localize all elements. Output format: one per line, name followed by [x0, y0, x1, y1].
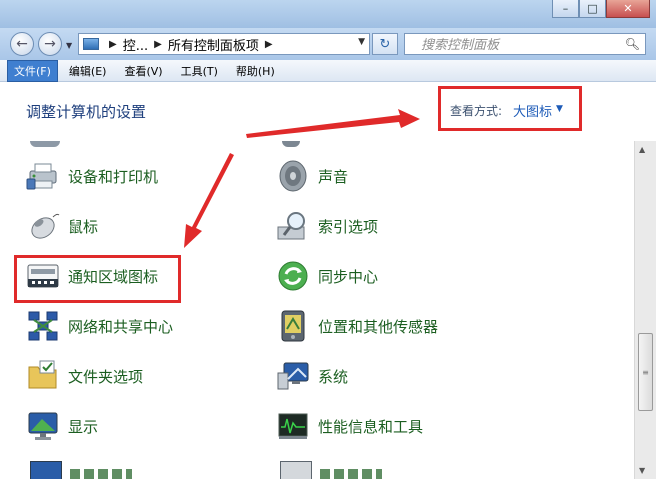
control-panel-items: 设备和打印机 鼠标 通知区域图标 网络和共享中心 文件夹选项 显示 声音 索引选… — [0, 141, 634, 479]
search-input[interactable] — [419, 35, 623, 55]
breadcrumb-separator-icon[interactable]: ▶ — [154, 39, 162, 50]
content-header: 调整计算机的设置 查看方式: 大图标 ▼ — [0, 83, 656, 141]
refresh-button[interactable]: ↻ — [372, 33, 398, 55]
folder-options-icon — [26, 359, 60, 393]
scroll-up-icon[interactable]: ▲ — [639, 145, 645, 154]
performance-icon — [276, 409, 310, 443]
item-location-sensors[interactable]: 位置和其他传感器 — [276, 307, 438, 345]
forward-arrow-icon: → — [44, 36, 56, 52]
back-arrow-icon: ← — [16, 36, 28, 52]
item-performance-info[interactable]: 性能信息和工具 — [276, 407, 423, 445]
item-sync-center[interactable]: 同步中心 — [276, 257, 378, 295]
menu-view[interactable]: 查看(V) — [118, 61, 168, 81]
maximize-button[interactable]: □ — [579, 0, 606, 18]
cutoff-item-icon — [280, 461, 312, 479]
item-indexing-options[interactable]: 索引选项 — [276, 207, 378, 245]
address-dropdown-icon[interactable]: ▼ — [358, 37, 365, 47]
item-label: 文件夹选项 — [68, 367, 144, 386]
item-devices-printers[interactable]: 设备和打印机 — [26, 157, 158, 195]
network-icon — [26, 309, 60, 343]
item-mouse[interactable]: 鼠标 — [26, 207, 98, 245]
notification-area-icon — [26, 259, 60, 293]
item-label: 性能信息和工具 — [318, 417, 424, 436]
breadcrumb-item[interactable]: 控... — [123, 35, 148, 54]
system-icon — [276, 359, 310, 393]
printer-icon — [26, 159, 60, 193]
breadcrumb-separator-icon[interactable]: ▶ — [109, 39, 117, 50]
view-by-dropdown[interactable]: 大图标 — [513, 101, 552, 120]
search-box[interactable]: 🔍︎ — [404, 33, 646, 55]
item-label: 位置和其他传感器 — [318, 317, 439, 336]
title-bar: – □ ✕ — [0, 0, 656, 28]
item-notification-area-icons[interactable]: 通知区域图标 — [26, 257, 158, 295]
close-button[interactable]: ✕ — [606, 0, 650, 18]
item-system[interactable]: 系统 — [276, 357, 348, 395]
address-bar[interactable]: ▶ 控... ▶ 所有控制面板项 ▶ ▼ — [78, 33, 370, 55]
scrollbar-thumb[interactable]: ≡ — [638, 333, 653, 411]
cutoff-item-icon — [282, 141, 300, 147]
recent-pages-dropdown[interactable]: ▼ — [66, 41, 72, 50]
item-display[interactable]: 显示 — [26, 407, 98, 445]
item-label: 同步中心 — [318, 267, 379, 286]
item-label: 系统 — [318, 367, 349, 386]
minimize-button[interactable]: – — [552, 0, 579, 18]
item-label: 索引选项 — [318, 217, 379, 236]
search-icon[interactable]: 🔍︎ — [625, 37, 640, 51]
item-label: 鼠标 — [68, 217, 99, 236]
menu-tools[interactable]: 工具(T) — [175, 61, 224, 81]
speaker-icon — [276, 159, 310, 193]
item-label: 网络和共享中心 — [68, 317, 174, 336]
item-label: 显示 — [68, 417, 99, 436]
breadcrumb-item[interactable]: 所有控制面板项 — [168, 35, 259, 54]
menu-edit[interactable]: 编辑(E) — [63, 61, 113, 81]
display-icon — [26, 409, 60, 443]
menu-help[interactable]: 帮助(H) — [230, 61, 281, 81]
index-options-icon — [276, 209, 310, 243]
view-by-label: 查看方式: — [450, 104, 503, 118]
back-button[interactable]: ← — [10, 32, 34, 56]
scroll-down-icon[interactable]: ▼ — [639, 466, 645, 475]
item-label: 声音 — [318, 167, 349, 186]
item-sound[interactable]: 声音 — [276, 157, 348, 195]
breadcrumb-separator-icon[interactable]: ▶ — [265, 39, 273, 50]
item-label: 设备和打印机 — [68, 167, 159, 186]
control-panel-icon — [83, 38, 99, 50]
dropdown-caret-icon[interactable]: ▼ — [556, 104, 563, 114]
navigation-bar: ← → ▼ ▶ 控... ▶ 所有控制面板项 ▶ ▼ ↻ 🔍︎ — [0, 28, 656, 60]
sync-center-icon — [276, 259, 310, 293]
item-label: 通知区域图标 — [68, 267, 159, 286]
mouse-icon — [26, 209, 60, 243]
cutoff-item-label — [70, 469, 132, 479]
cutoff-item-icon — [30, 141, 60, 147]
page-title: 调整计算机的设置 — [26, 103, 147, 121]
item-folder-options[interactable]: 文件夹选项 — [26, 357, 143, 395]
vertical-scrollbar[interactable]: ▲ ≡ ▼ — [634, 141, 656, 479]
cutoff-item-icon — [30, 461, 62, 479]
menu-file[interactable]: 文件(F) — [7, 59, 58, 82]
refresh-icon: ↻ — [379, 36, 391, 52]
forward-button[interactable]: → — [38, 32, 62, 56]
menu-bar: 文件(F) 编辑(E) 查看(V) 工具(T) 帮助(H) — [0, 59, 656, 82]
window-controls: – □ ✕ — [552, 0, 650, 20]
location-sensors-icon — [276, 309, 310, 343]
cutoff-item-label — [320, 469, 382, 479]
item-network-sharing-center[interactable]: 网络和共享中心 — [26, 307, 173, 345]
